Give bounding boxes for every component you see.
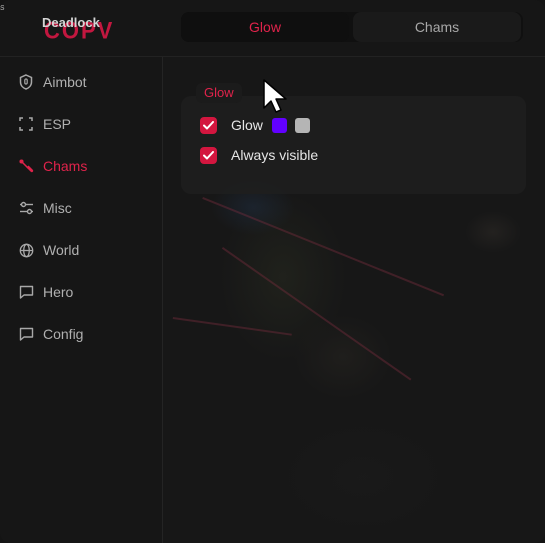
sidebar-item-label: Misc [43, 200, 72, 216]
sidebar: Aimbot ESP Chams Misc World Hero Config [0, 57, 163, 543]
checkmark-icon [203, 120, 214, 129]
glow-checkbox[interactable] [200, 116, 217, 134]
checkmark-icon [203, 150, 214, 159]
sliders-icon [18, 200, 34, 216]
sidebar-item-misc[interactable]: Misc [18, 197, 72, 219]
shield-icon [18, 74, 34, 90]
tab-glow[interactable]: Glow [181, 12, 349, 42]
sidebar-item-label: Aimbot [43, 74, 87, 90]
option-always-visible[interactable]: Always visible [200, 146, 318, 164]
header: s COPV Deadlock Glow Chams [0, 0, 545, 57]
brush-icon [18, 158, 34, 174]
option-label: Always visible [231, 147, 319, 163]
scan-icon [18, 116, 34, 132]
sidebar-item-label: Config [43, 326, 84, 342]
section-title: Glow [196, 83, 242, 103]
sidebar-item-config[interactable]: Config [18, 323, 83, 345]
chat-icon [18, 326, 34, 342]
corner-mark: s [0, 2, 5, 12]
tab-bar: Glow Chams [181, 12, 523, 42]
color-swatch-secondary[interactable] [294, 117, 310, 133]
globe-icon [18, 242, 34, 258]
chat-icon [18, 284, 34, 300]
app-window: s COPV Deadlock Glow Chams Aimbot ESP Ch… [0, 0, 545, 543]
sidebar-item-world[interactable]: World [18, 239, 79, 261]
tab-chams[interactable]: Chams [353, 12, 521, 42]
sidebar-item-hero[interactable]: Hero [18, 281, 73, 303]
color-swatch-primary[interactable] [271, 117, 287, 133]
sidebar-item-aimbot[interactable]: Aimbot [18, 71, 87, 93]
sidebar-item-label: ESP [43, 116, 72, 132]
glow-panel [181, 96, 526, 194]
sidebar-item-label: World [43, 242, 80, 258]
sidebar-item-esp[interactable]: ESP [18, 113, 71, 135]
mouse-cursor-icon [262, 78, 290, 119]
sidebar-item-label: Chams [43, 158, 88, 174]
sidebar-item-label: Hero [43, 284, 74, 300]
sidebar-item-chams[interactable]: Chams [18, 155, 87, 177]
logo: COPV Deadlock [28, 8, 138, 48]
option-glow[interactable]: Glow [200, 116, 310, 134]
option-label: Glow [231, 117, 263, 133]
always-visible-checkbox[interactable] [200, 146, 217, 164]
logo-front-text: Deadlock [42, 15, 100, 30]
